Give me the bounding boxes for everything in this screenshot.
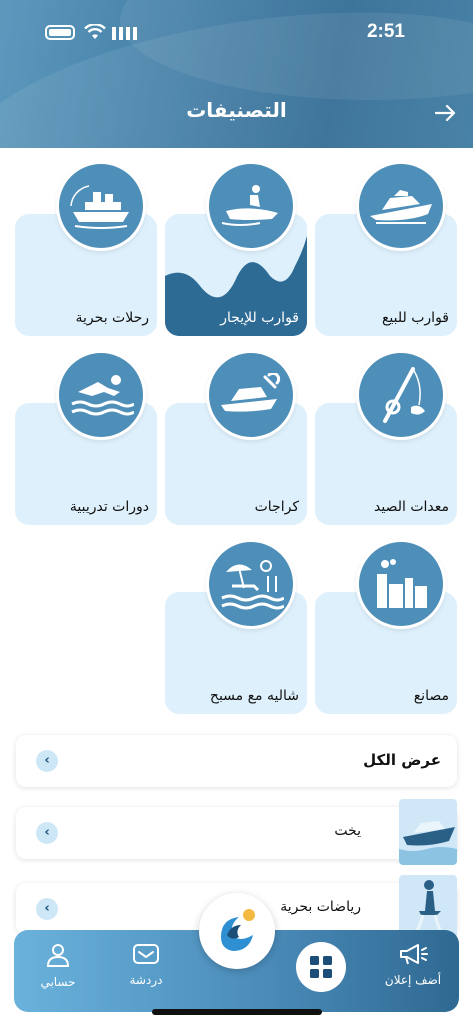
chevron-left-icon: ‹ — [36, 750, 58, 772]
view-all-row[interactable]: عرض الكل ‹ — [16, 735, 457, 787]
cruise-ship-icon — [56, 161, 146, 251]
nav-account-label: حسابي — [40, 975, 76, 989]
nav-add-ad[interactable]: أضف إعلان — [373, 942, 453, 987]
category-label: قوارب للبيع — [381, 310, 449, 326]
swimmer-icon — [56, 350, 146, 440]
battery-icon — [45, 25, 75, 40]
grid-icon — [310, 956, 332, 978]
list-item-label: رياضات بحرية — [280, 899, 361, 915]
chevron-left-icon: ‹ — [36, 898, 58, 920]
category-label: رحلات بحرية — [75, 310, 149, 326]
mail-icon — [133, 944, 159, 964]
page-title: التصنيفات — [186, 98, 287, 122]
list-item-yacht[interactable]: يخت ‹ — [16, 807, 457, 859]
category-label: مصانع — [413, 688, 449, 704]
chevron-left-icon: ‹ — [36, 822, 58, 844]
arrow-right-icon[interactable] — [434, 100, 457, 128]
category-label: كراجات — [254, 499, 299, 515]
category-label: شاليه مع مسبح — [209, 688, 299, 704]
home-indicator — [152, 1009, 322, 1015]
fishing-rod-icon — [356, 350, 446, 440]
nav-account[interactable]: حسابي — [18, 942, 98, 989]
chalet-pool-icon — [206, 539, 296, 629]
header: 2:51 التصنيفات — [0, 0, 473, 148]
category-label: قوارب للإيجار — [220, 310, 299, 326]
yacht-icon — [356, 161, 446, 251]
status-bar: 2:51 — [0, 18, 473, 48]
category-label: معدات الصيد — [374, 499, 449, 515]
nav-add-ad-label: أضف إعلان — [384, 973, 442, 987]
status-time: 2:51 — [366, 21, 405, 42]
nav-chat-label: دردشة — [129, 973, 163, 987]
categories-nav-button[interactable] — [296, 942, 346, 992]
category-label: دورات تدريبية — [69, 499, 149, 515]
factory-icon — [356, 539, 446, 629]
yacht-thumb — [399, 799, 457, 865]
signal-icon — [112, 27, 137, 40]
view-all-label: عرض الكل — [363, 751, 441, 769]
wifi-icon — [84, 24, 106, 39]
app-logo[interactable] — [199, 893, 275, 969]
user-icon — [46, 944, 70, 967]
megaphone-icon — [400, 944, 428, 965]
jetski-icon — [206, 161, 296, 251]
boat-wrench-icon — [206, 350, 296, 440]
nav-chat[interactable]: دردشة — [106, 942, 186, 987]
list-item-label: يخت — [334, 823, 361, 839]
